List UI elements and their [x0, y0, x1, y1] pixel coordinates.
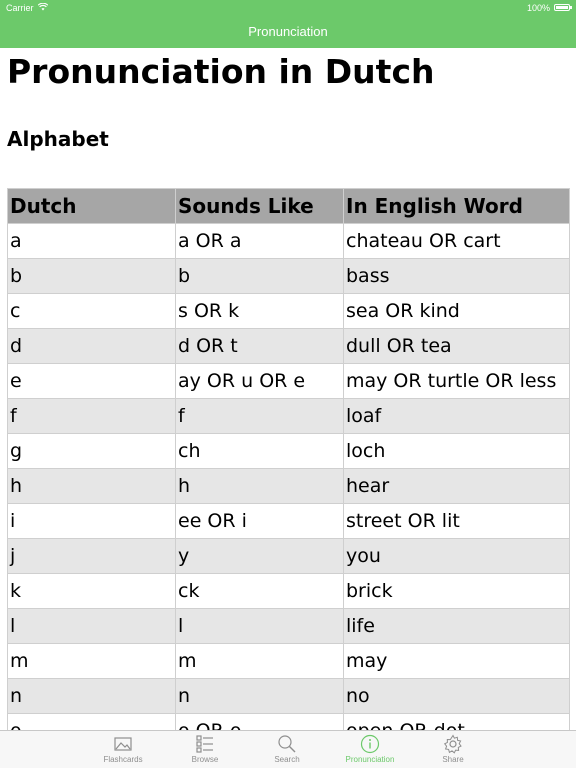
cell-dutch: k [7, 573, 176, 609]
cell-sounds-like: f [175, 398, 344, 434]
cell-sounds-like: n [175, 678, 344, 714]
table-row: g ch loch [7, 433, 570, 469]
content-area[interactable]: Pronunciation in Dutch Alphabet Dutch So… [0, 48, 576, 730]
wifi-icon [37, 2, 49, 13]
cell-english-word: loch [343, 433, 570, 469]
column-header-dutch: Dutch [7, 188, 176, 224]
tab-search[interactable]: Search [252, 734, 322, 768]
table-row: k ck brick [7, 573, 570, 609]
table-row: m m may [7, 643, 570, 679]
cell-sounds-like: y [175, 538, 344, 574]
table-row: aa OR a chateau OR cart [7, 223, 570, 259]
cell-sounds-like: l [175, 608, 344, 644]
table-row: i ee OR i street OR lit [7, 503, 570, 539]
table-row: l l life [7, 608, 570, 644]
cell-english-word: sea OR kind [343, 293, 570, 329]
table-row: e ay OR u OR e may OR turtle OR less [7, 363, 570, 399]
cell-english-word: open OR dot [343, 713, 570, 730]
cell-english-word: life [343, 608, 570, 644]
cell-sounds-like: ck [175, 573, 344, 609]
battery-percent: 100% [526, 3, 550, 13]
cell-dutch: e [7, 363, 176, 399]
table-row: f f loaf [7, 398, 570, 434]
column-header-sounds-like: Sounds Like [175, 188, 344, 224]
cell-english-word: chateau OR cart [343, 223, 570, 259]
flashcards-icon [113, 734, 133, 754]
tab-flashcards[interactable]: Flashcards [88, 734, 158, 768]
cell-dutch: a [7, 223, 176, 259]
cell-sounds-like: b [175, 258, 344, 294]
cell-dutch: l [7, 608, 176, 644]
alphabet-table: Dutch Sounds Like In English Word aa OR … [7, 188, 570, 730]
cell-dutch: c [7, 293, 176, 329]
cell-dutch: d [7, 328, 176, 364]
cell-sounds-like: ee OR i [175, 503, 344, 539]
nav-title: Pronunciation [248, 24, 328, 39]
section-heading: Alphabet [7, 127, 109, 151]
battery-icon [554, 4, 572, 11]
cell-sounds-like: a OR a [175, 223, 344, 259]
cell-dutch: i [7, 503, 176, 539]
cell-dutch: f [7, 398, 176, 434]
tab-label: Pronunciation [345, 755, 395, 764]
tab-label: Share [442, 755, 464, 764]
cell-sounds-like: d OR t [175, 328, 344, 364]
cell-dutch: o [7, 713, 176, 730]
table-row: dd OR t dull OR tea [7, 328, 570, 364]
cell-sounds-like: o OR o [175, 713, 344, 730]
cell-sounds-like: ch [175, 433, 344, 469]
carrier-label: Carrier [6, 3, 34, 13]
cell-dutch: j [7, 538, 176, 574]
tab-label: Browse [191, 755, 219, 764]
cell-english-word: dull OR tea [343, 328, 570, 364]
gear-icon [443, 734, 463, 754]
search-icon [277, 734, 297, 754]
tab-share[interactable]: Share [418, 734, 488, 768]
tab-label: Search [274, 755, 300, 764]
tab-label: Flashcards [103, 755, 143, 764]
cell-english-word: hear [343, 468, 570, 504]
table-row: j y you [7, 538, 570, 574]
table-row: h h hear [7, 468, 570, 504]
cell-dutch: b [7, 258, 176, 294]
column-header-english-word: In English Word [343, 188, 570, 224]
cell-english-word: bass [343, 258, 570, 294]
cell-dutch: n [7, 678, 176, 714]
cell-english-word: may OR turtle OR less [343, 363, 570, 399]
cell-english-word: loaf [343, 398, 570, 434]
status-bar: Carrier 100% [0, 0, 576, 16]
info-icon [360, 734, 380, 754]
navigation-bar: Pronunciation [0, 16, 576, 48]
table-row: oo OR oopen OR dot [7, 713, 570, 730]
cell-sounds-like: m [175, 643, 344, 679]
tab-pronunciation[interactable]: Pronunciation [335, 734, 405, 768]
cell-dutch: g [7, 433, 176, 469]
cell-english-word: may [343, 643, 570, 679]
table-row: n n no [7, 678, 570, 714]
page-title: Pronunciation in Dutch [7, 52, 435, 91]
table-header-row: Dutch Sounds Like In English Word [7, 188, 570, 224]
cell-english-word: street OR lit [343, 503, 570, 539]
browse-list-icon [195, 734, 215, 754]
cell-dutch: h [7, 468, 176, 504]
cell-dutch: m [7, 643, 176, 679]
cell-sounds-like: h [175, 468, 344, 504]
tab-browse[interactable]: Browse [170, 734, 240, 768]
cell-english-word: brick [343, 573, 570, 609]
cell-sounds-like: s OR k [175, 293, 344, 329]
tab-bar: Flashcards Browse Search Pronunciation S… [0, 730, 576, 768]
cell-english-word: you [343, 538, 570, 574]
table-row: cs OR k sea OR kind [7, 293, 570, 329]
cell-sounds-like: ay OR u OR e [175, 363, 344, 399]
cell-english-word: no [343, 678, 570, 714]
table-row: b b bass [7, 258, 570, 294]
